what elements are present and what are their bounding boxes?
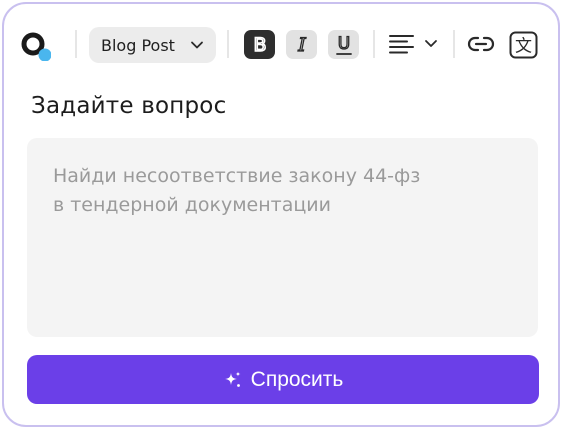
align-dropdown[interactable] [386,30,442,58]
toolbar-divider [75,30,77,58]
sparkle-icon [223,370,243,390]
ask-button[interactable]: Спросить [27,355,539,404]
chevron-down-icon [190,38,204,52]
toolbar-divider [453,30,455,58]
insert-link-button[interactable] [466,30,496,58]
question-placeholder: Найди несоответствие закону 44-фз в тенд… [53,165,421,216]
svg-text:U: U [337,34,349,54]
format-dropdown-value: Blog Post [101,35,175,55]
toolbar-divider [373,30,375,58]
align-left-icon [389,35,414,54]
underline-button[interactable]: U [328,30,359,59]
italic-button[interactable]: I [286,30,317,59]
svg-text:B: B [253,34,266,56]
svg-text:文: 文 [515,37,532,57]
ask-button-label: Спросить [250,367,344,391]
svg-text:I: I [297,34,306,56]
toolbar-divider [227,30,229,58]
underline-icon: U [335,34,352,55]
question-heading: Задайте вопрос [31,93,227,119]
format-dropdown[interactable]: Blog Post [89,27,216,63]
translate-icon: 文 [509,31,538,59]
question-input[interactable]: Найди несоответствие закону 44-фз в тенд… [27,138,538,337]
link-icon [467,36,495,52]
translate-button[interactable]: 文 [509,31,538,59]
bold-icon: B [252,34,267,56]
chevron-down-icon [425,40,437,47]
bold-button[interactable]: B [244,30,275,59]
italic-icon: I [296,34,306,56]
assistant-logo-icon [21,31,51,61]
editor-toolbar: Blog Post B I U 文 [0,0,562,92]
